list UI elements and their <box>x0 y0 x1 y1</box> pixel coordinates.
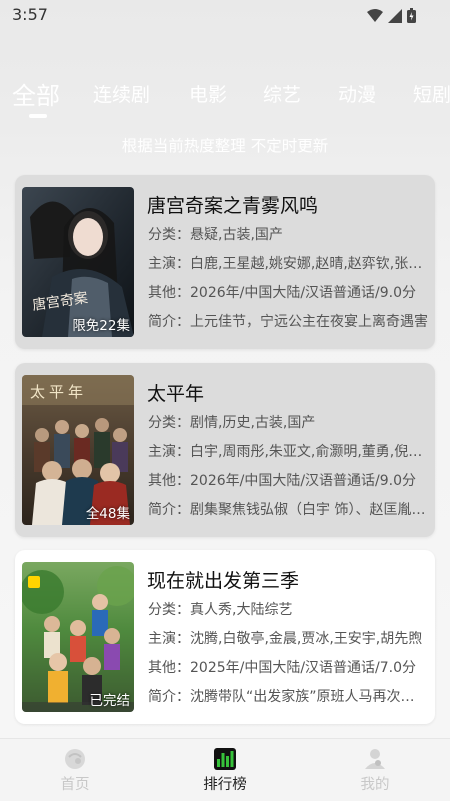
poster-title-art: 太平年 <box>30 383 88 401</box>
poster-image: 唐宫奇案 限免22集 <box>22 187 134 337</box>
wifi-icon <box>367 9 383 22</box>
card-cast: 主演：沈腾,白敬亭,金晨,贾冰,王安宇,胡先煦 <box>148 631 423 647</box>
status-time: 3:57 <box>12 5 48 24</box>
poster-image: 已完结 <box>22 562 134 712</box>
poster-image: 太平年 全48集 <box>22 375 134 525</box>
card-intro: 简介：上元佳节，宁远公主在夜宴上离奇遇害 <box>148 314 428 330</box>
card-cast: 主演：白宇,周雨彤,朱亚文,俞灏明,董勇,倪大红 <box>148 444 428 460</box>
card-title: 唐宫奇案之青雾风鸣 <box>147 195 319 217</box>
active-tab-indicator <box>29 114 47 118</box>
status-badge: 已完结 <box>89 693 131 709</box>
ranking-card[interactable]: 唐宫奇案 限免22集 唐宫奇案之青雾风鸣 分类：悬疑,古装,国产 主演：白鹿,王… <box>15 175 435 349</box>
episode-badge: 全48集 <box>85 506 130 522</box>
bottom-nav: 首页 排行榜 我的 <box>0 738 450 801</box>
profile-icon <box>365 749 385 769</box>
card-intro: 简介：沈腾带队“出发家族”原班人马再次出发 <box>148 689 428 705</box>
tab-variety[interactable]: 综艺 <box>263 80 301 107</box>
status-bar: 3:57 <box>0 0 450 30</box>
tab-short-drama[interactable]: 短剧 <box>413 80 450 107</box>
nav-ranking[interactable]: 排行榜 <box>185 747 265 794</box>
nav-profile[interactable]: 我的 <box>335 747 415 794</box>
episode-badge: 限免22集 <box>72 318 130 334</box>
card-other-info: 其他：2025年/中国大陆/汉语普通话/7.0分 <box>148 660 417 676</box>
card-intro: 简介：剧集聚焦钱弘俶（白宇 饰）、赵匡胤等人 <box>148 502 428 518</box>
tab-anime[interactable]: 动漫 <box>338 80 376 107</box>
ranking-subtitle: 根据当前热度整理 不定时更新 <box>121 137 329 155</box>
card-category: 分类：悬疑,古装,国产 <box>148 227 283 243</box>
tab-movies[interactable]: 电影 <box>189 80 227 107</box>
card-cast: 主演：白鹿,王星越,姚安娜,赵晴,赵弈钦,张天阳 <box>148 256 428 272</box>
card-title: 现在就出发第三季 <box>147 570 300 592</box>
ranking-card[interactable]: 太平年 全48集 太平年 分类：剧情,历史,古装,国产 主演：白宇,周雨彤,朱亚… <box>15 363 435 537</box>
card-category: 分类：真人秀,大陆综艺 <box>148 602 293 618</box>
tab-all[interactable]: 全部 <box>12 76 60 111</box>
ranking-icon <box>214 748 236 770</box>
signal-icon <box>388 8 402 23</box>
nav-home-label: 首页 <box>60 777 90 793</box>
tab-series[interactable]: 连续剧 <box>93 80 150 107</box>
status-icons <box>367 8 416 23</box>
card-category: 分类：剧情,历史,古装,国产 <box>148 415 316 431</box>
category-tabs: 全部 连续剧 电影 综艺 动漫 短剧 <box>0 74 450 124</box>
nav-home[interactable]: 首页 <box>35 747 115 794</box>
nav-profile-label: 我的 <box>360 777 390 793</box>
ranking-card[interactable]: 已完结 现在就出发第三季 分类：真人秀,大陆综艺 主演：沈腾,白敬亭,金晨,贾冰… <box>15 550 435 724</box>
card-other-info: 其他：2026年/中国大陆/汉语普通话/9.0分 <box>148 473 417 489</box>
battery-icon <box>407 8 416 23</box>
nav-ranking-label: 排行榜 <box>203 777 247 793</box>
card-other-info: 其他：2026年/中国大陆/汉语普通话/9.0分 <box>148 285 417 301</box>
home-icon <box>65 749 85 769</box>
card-title: 太平年 <box>147 383 205 405</box>
